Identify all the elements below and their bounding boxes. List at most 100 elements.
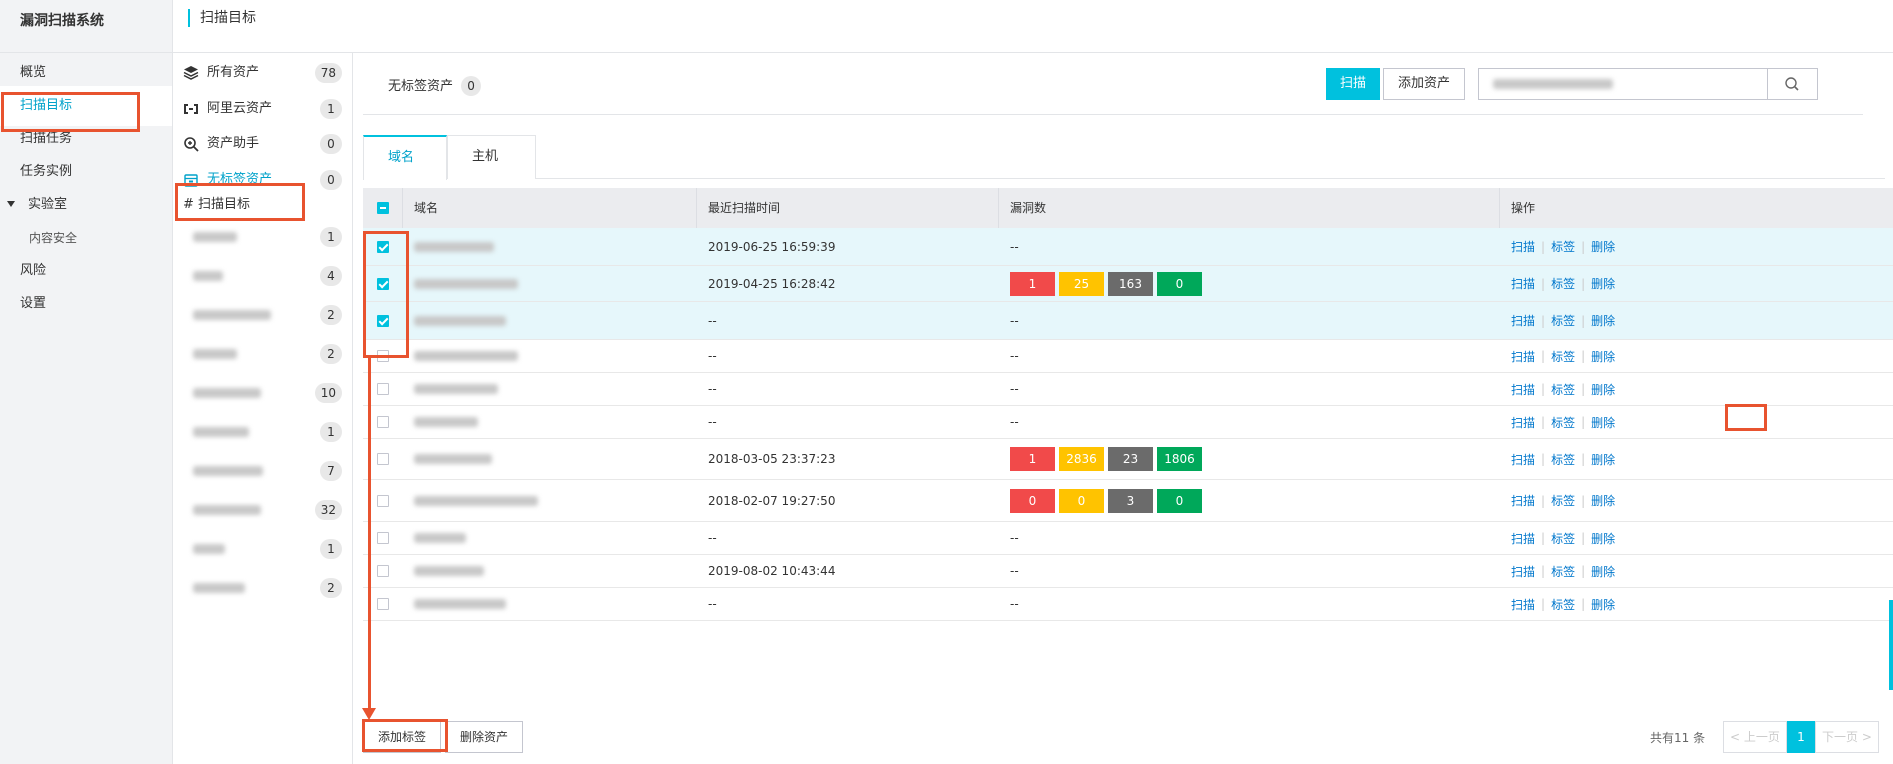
- row-tag-link[interactable]: 标签: [1551, 348, 1575, 365]
- row-tag-link[interactable]: 标签: [1551, 530, 1575, 547]
- tag-item[interactable]: 7: [173, 451, 352, 491]
- delete-asset-button[interactable]: 删除资产: [445, 721, 524, 753]
- row-scan-link[interactable]: 扫描: [1511, 312, 1535, 329]
- row-delete-link[interactable]: 删除: [1591, 238, 1615, 255]
- add-tag-button[interactable]: 添加标签: [363, 721, 442, 753]
- row-tag-link[interactable]: 标签: [1551, 492, 1575, 509]
- tag-item[interactable]: 2: [173, 295, 352, 335]
- tag-item[interactable]: 10: [173, 373, 352, 413]
- row-delete-link[interactable]: 删除: [1591, 530, 1615, 547]
- row-checkbox[interactable]: [377, 532, 389, 544]
- row-checkbox[interactable]: [377, 314, 389, 327]
- row-checkbox[interactable]: [377, 453, 389, 465]
- tag-count: 1: [320, 422, 342, 442]
- asset-assistant-count: 0: [320, 134, 342, 154]
- table-row: 2019-08-02 10:43:44 -- 扫描 | 标签 | 删除: [363, 555, 1893, 588]
- column-header-domain: 域名: [403, 188, 697, 228]
- scan-button[interactable]: 扫描: [1326, 68, 1381, 100]
- prev-page-button[interactable]: < 上一页: [1723, 721, 1787, 753]
- separator: |: [1581, 382, 1586, 396]
- last-scan-cell: --: [708, 415, 717, 429]
- domain-cell: [403, 555, 697, 587]
- tag-count: 32: [314, 500, 342, 520]
- tag-item[interactable]: 2: [173, 568, 352, 608]
- row-scan-link[interactable]: 扫描: [1511, 238, 1535, 255]
- row-checkbox[interactable]: [377, 277, 389, 290]
- row-delete-link[interactable]: 删除: [1591, 451, 1615, 468]
- vuln-high-badge: 1: [1010, 271, 1055, 296]
- row-scan-link[interactable]: 扫描: [1511, 275, 1535, 292]
- row-delete-link[interactable]: 删除: [1591, 596, 1615, 613]
- row-tag-link[interactable]: 标签: [1551, 596, 1575, 613]
- table-row: -- -- 扫描 | 标签 | 删除: [363, 522, 1893, 555]
- domain-redacted: [414, 533, 466, 543]
- row-delete-link[interactable]: 删除: [1591, 492, 1615, 509]
- row-checkbox[interactable]: [377, 350, 389, 362]
- row-delete-link[interactable]: 删除: [1591, 275, 1615, 292]
- tag-item[interactable]: 2: [173, 334, 352, 374]
- row-tag-link[interactable]: 标签: [1551, 312, 1575, 329]
- asset-assistant[interactable]: 资产助手 0: [173, 124, 352, 164]
- tag-count: 2: [320, 344, 342, 364]
- annotation-arrow-line: [368, 358, 371, 713]
- row-checkbox[interactable]: [377, 494, 389, 507]
- tag-item[interactable]: 1: [173, 217, 352, 257]
- vuln-info-badge: 1806: [1157, 447, 1202, 471]
- separator: |: [1581, 531, 1586, 545]
- row-delete-link[interactable]: 删除: [1591, 563, 1615, 580]
- tab-host-ip[interactable]: 主机IP6: [447, 135, 536, 206]
- tag-item[interactable]: 1: [173, 412, 352, 452]
- table-header: 域名 最近扫描时间 漏洞数 操作: [363, 188, 1893, 228]
- row-checkbox[interactable]: [377, 565, 389, 577]
- table-row: -- -- 扫描 | 标签 | 删除: [363, 406, 1893, 439]
- tag-name-redacted: [193, 309, 271, 320]
- row-scan-link[interactable]: 扫描: [1511, 348, 1535, 365]
- domain-cell: [403, 266, 697, 301]
- select-all-cell: [363, 188, 403, 228]
- row-scan-link[interactable]: 扫描: [1511, 381, 1535, 398]
- asset-all[interactable]: 所有资产 78: [173, 53, 352, 93]
- page-1-button[interactable]: 1: [1787, 721, 1815, 753]
- domain-redacted: [414, 384, 498, 394]
- tag-count: 1: [320, 227, 342, 247]
- row-tag-link[interactable]: 标签: [1551, 414, 1575, 431]
- table-row: -- -- 扫描 | 标签 | 删除: [363, 588, 1893, 621]
- row-delete-link[interactable]: 删除: [1591, 312, 1615, 329]
- search-button[interactable]: [1768, 68, 1818, 100]
- domain-redacted: [414, 599, 506, 609]
- add-asset-button[interactable]: 添加资产: [1383, 68, 1466, 100]
- vulns-cell: --: [999, 555, 1500, 587]
- row-checkbox[interactable]: [377, 383, 389, 395]
- tab-domain[interactable]: 域名11: [363, 135, 447, 207]
- row-tag-link[interactable]: 标签: [1551, 451, 1575, 468]
- row-checkbox[interactable]: [377, 240, 389, 253]
- row-scan-link[interactable]: 扫描: [1511, 563, 1535, 580]
- scrollbar-thumb[interactable]: [1889, 600, 1893, 690]
- row-checkbox[interactable]: [377, 598, 389, 610]
- tag-item[interactable]: 32: [173, 490, 352, 530]
- row-scan-link[interactable]: 扫描: [1511, 451, 1535, 468]
- next-page-button[interactable]: 下一页 >: [1815, 721, 1879, 753]
- row-scan-link[interactable]: 扫描: [1511, 492, 1535, 509]
- asset-aliyun[interactable]: 阿里云资产 1: [173, 89, 352, 129]
- row-tag-link[interactable]: 标签: [1551, 238, 1575, 255]
- row-checkbox-cell: [363, 302, 403, 339]
- row-scan-link[interactable]: 扫描: [1511, 414, 1535, 431]
- actions-cell: 扫描 | 标签 | 删除: [1500, 480, 1893, 521]
- row-delete-link[interactable]: 删除: [1591, 414, 1615, 431]
- row-delete-link[interactable]: 删除: [1591, 348, 1615, 365]
- row-tag-link[interactable]: 标签: [1551, 381, 1575, 398]
- asset-untagged-count: 0: [320, 170, 342, 190]
- tag-item[interactable]: 1: [173, 529, 352, 569]
- tag-item[interactable]: 4: [173, 256, 352, 296]
- row-tag-link[interactable]: 标签: [1551, 563, 1575, 580]
- row-tag-link[interactable]: 标签: [1551, 275, 1575, 292]
- row-delete-link[interactable]: 删除: [1591, 381, 1615, 398]
- row-scan-link[interactable]: 扫描: [1511, 596, 1535, 613]
- select-all-checkbox[interactable]: [376, 202, 389, 214]
- row-checkbox[interactable]: [377, 416, 389, 428]
- search-input[interactable]: [1478, 68, 1768, 100]
- vuln-empty: --: [1010, 382, 1019, 396]
- row-scan-link[interactable]: 扫描: [1511, 530, 1535, 547]
- nav-item-settings[interactable]: 设置: [0, 284, 172, 324]
